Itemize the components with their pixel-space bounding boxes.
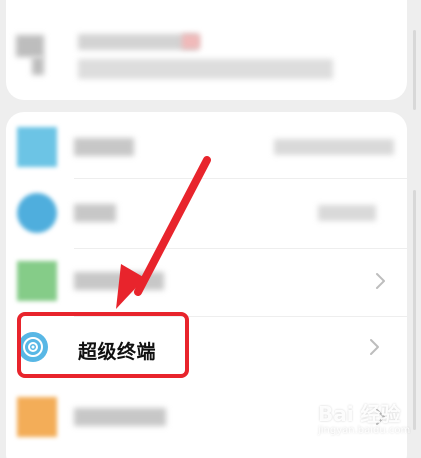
settings-divider	[74, 248, 407, 249]
blurred-avatar-block	[16, 35, 44, 57]
blurred-round-blue-icon	[17, 193, 57, 233]
blurred-row-label	[74, 204, 116, 222]
blurred-row-label	[74, 138, 134, 156]
blurred-green-icon	[17, 261, 57, 301]
baidu-jingyan-watermark: Bai 经验 jingyan.baidu.com	[318, 398, 418, 446]
blurred-avatar-block-2	[32, 57, 44, 75]
watermark-logo: Bai 经验	[318, 402, 401, 426]
settings-row-blurred-3[interactable]	[6, 250, 407, 312]
settings-screen: 超级终端 Bai 经验 jingyan.baidu.com	[0, 0, 421, 458]
chevron-right-icon	[370, 339, 379, 355]
watermark-url: jingyan.baidu.com	[318, 425, 411, 436]
blurred-red-accent	[182, 34, 200, 49]
red-highlight-box	[17, 312, 189, 378]
blurred-title-block	[78, 34, 198, 50]
blurred-orange-icon	[17, 397, 57, 437]
scrollbar-upper[interactable]	[413, 30, 416, 110]
settings-row-blurred-1[interactable]	[6, 116, 407, 178]
blurred-subtitle-block	[78, 59, 333, 79]
blurred-row-label	[74, 408, 166, 426]
scrollbar-lower[interactable]	[413, 190, 416, 430]
blurred-row-value	[274, 139, 394, 155]
chevron-right-icon	[376, 273, 385, 289]
blurred-row-value	[318, 205, 376, 221]
blurred-row-label	[74, 272, 164, 290]
top-settings-card	[6, 0, 407, 100]
blurred-blue-icon	[17, 127, 57, 167]
settings-divider	[74, 178, 407, 179]
settings-row-blurred-2[interactable]	[6, 182, 407, 244]
